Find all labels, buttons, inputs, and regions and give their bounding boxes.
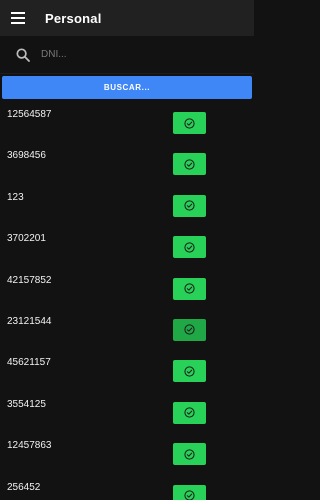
dni-label: 12564587 [7,109,52,120]
confirm-button[interactable] [173,484,206,500]
check-circle-icon [184,449,195,460]
confirm-button[interactable] [173,194,206,217]
dni-search-input[interactable] [41,43,241,66]
check-circle-icon [184,324,195,336]
list-item: 45621157 [0,347,254,388]
dni-label: 12457863 [7,440,52,452]
page-title: Personal [45,10,102,26]
dni-label: 45621157 [7,357,51,369]
check-circle-icon [184,117,195,129]
confirm-button[interactable] [173,153,206,176]
search-icon [16,47,30,62]
list-item: 3698456 [0,140,254,181]
check-circle-icon [184,242,195,253]
list-item: 3702201 [0,223,254,264]
dni-label: 3702201 [7,233,46,245]
dni-label: 42157852 [7,274,52,286]
dni-label: 123 [7,191,24,203]
list-item: 23121544 [0,306,254,347]
list-item: 256452 [0,472,254,500]
check-circle-icon [184,407,195,418]
confirm-button[interactable] [173,277,206,300]
check-circle-icon [184,283,195,294]
menu-icon [11,12,25,24]
list-item: 42157852 [0,265,254,306]
list-item: 12564587 [0,99,254,140]
confirm-button[interactable] [173,443,206,466]
confirm-button[interactable] [173,401,206,424]
list-item: 12457863 [0,430,254,471]
confirm-button[interactable] [173,236,206,259]
check-circle-icon [184,490,195,500]
check-circle-icon [184,200,195,211]
menu-button[interactable] [0,0,36,36]
check-circle-icon [184,159,195,170]
dni-label: 256452 [7,481,41,493]
app-bar: Personal [0,0,254,36]
buscar-button[interactable]: BUSCAR... [2,76,252,99]
list-item: 3554125 [0,389,254,430]
confirm-button[interactable] [173,112,206,134]
check-circle-icon [184,366,195,377]
dni-label: 3554125 [7,398,46,410]
dni-label: 3698456 [7,150,46,162]
dni-label: 23121544 [7,315,52,327]
confirm-button[interactable] [173,360,206,383]
personal-list: 12564587 3698456 123 3702201 42157852 2312154… [0,99,254,500]
confirm-button[interactable] [173,318,206,341]
list-item: 123 [0,182,254,223]
search-bar [0,36,254,74]
